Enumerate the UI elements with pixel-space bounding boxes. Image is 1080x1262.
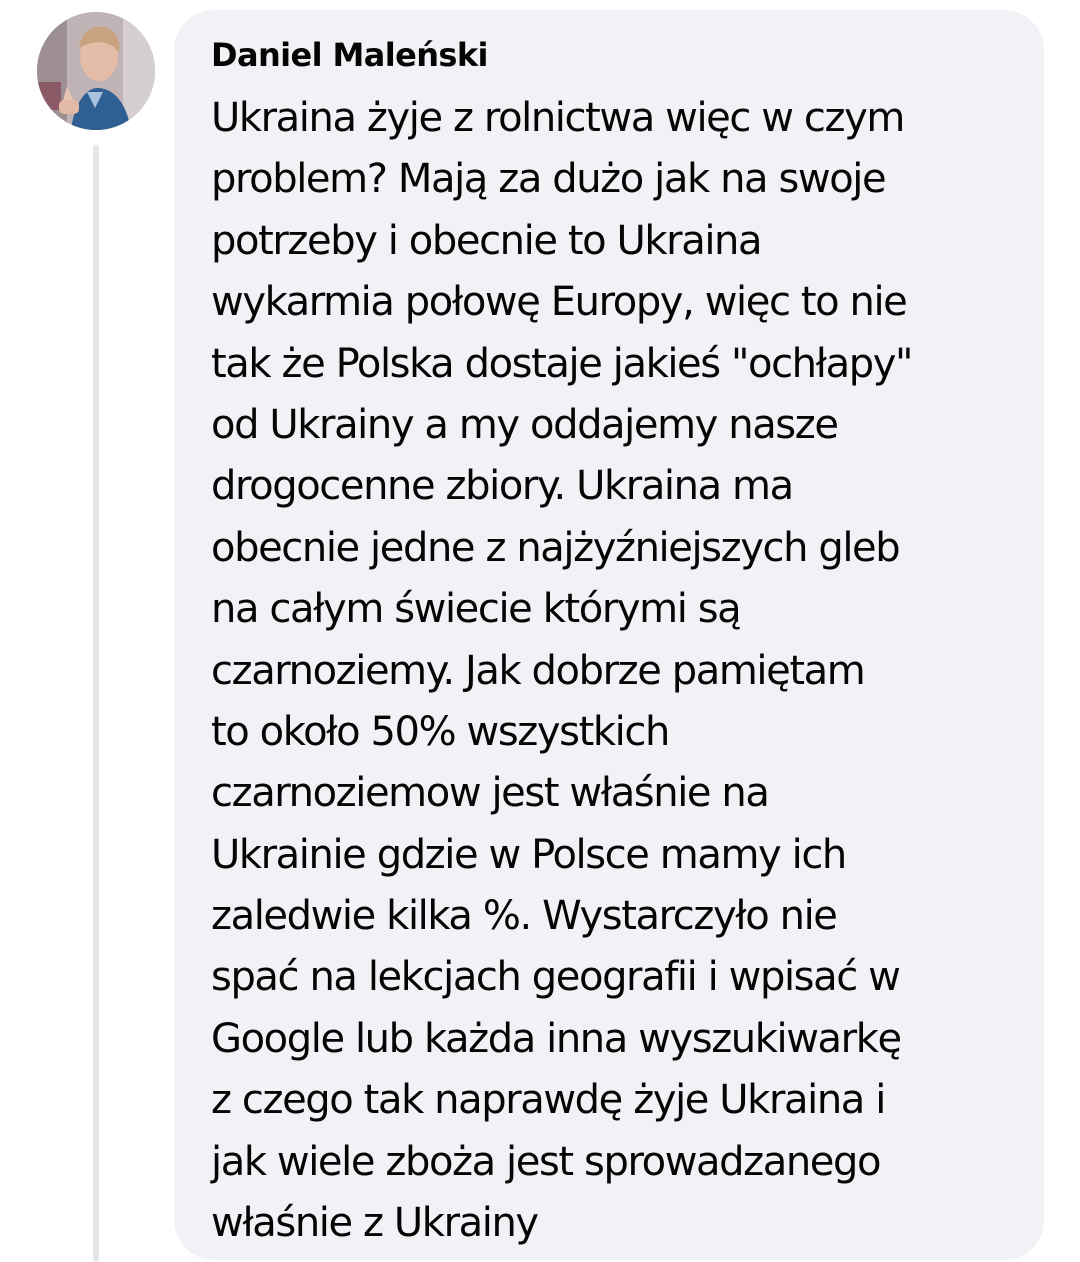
comment-text-line: właśnie z Ukrainy xyxy=(211,1200,539,1247)
comment-text-line: tak że Polska dostaje jakieś "ochłapy" xyxy=(211,340,913,387)
avatar[interactable] xyxy=(37,12,155,130)
comment-text-line: z czego tak naprawdę żyje Ukraina i xyxy=(211,1077,886,1124)
comment-text-line: obecnie jedne z najżyźniejszych gleb xyxy=(211,524,901,571)
comment-text-line: Ukrainie gdzie w Polsce mamy ich xyxy=(211,831,847,878)
comment-text-line: Ukraina żyje z rolnictwa więc w czym xyxy=(211,95,905,141)
comment-text-line: na całym świecie którymi są xyxy=(211,586,742,633)
comment-text-line: to około 50% wszystkich xyxy=(211,708,670,755)
comment-text-line: potrzeby i obecnie to Ukraina xyxy=(211,217,763,264)
comment-author-name[interactable]: Daniel Maleński xyxy=(211,36,489,74)
comment-text-line: jak wiele zboża jest sprowadzanego xyxy=(211,1138,881,1185)
comment-text-line: problem? Mają za dużo jak na swoje xyxy=(211,156,887,203)
thread-line xyxy=(93,145,99,1262)
comment-text: Ukraina żyje z rolnictwa więc w czym pro… xyxy=(211,88,1031,1254)
comment-text-line: zaledwie kilka %. Wystarczyło nie xyxy=(211,893,838,940)
avatar-image xyxy=(37,12,155,130)
comment-text-line: Google lub każda inna wyszukiwarkę xyxy=(211,1015,902,1062)
comment-text-line: czarnoziemow jest właśnie na xyxy=(211,770,770,817)
comment-text-line: drogocenne zbiory. Ukraina ma xyxy=(211,463,794,510)
comment-text-line: czarnoziemy. Jak dobrze pamiętam xyxy=(211,647,866,694)
comment-text-line: spać na lekcjach geografii i wpisać w xyxy=(211,954,901,1001)
comment-text-line: od Ukrainy a my oddajemy nasze xyxy=(211,401,839,448)
comment-text-line: wykarmia połowę Europy, więc to nie xyxy=(211,279,908,326)
